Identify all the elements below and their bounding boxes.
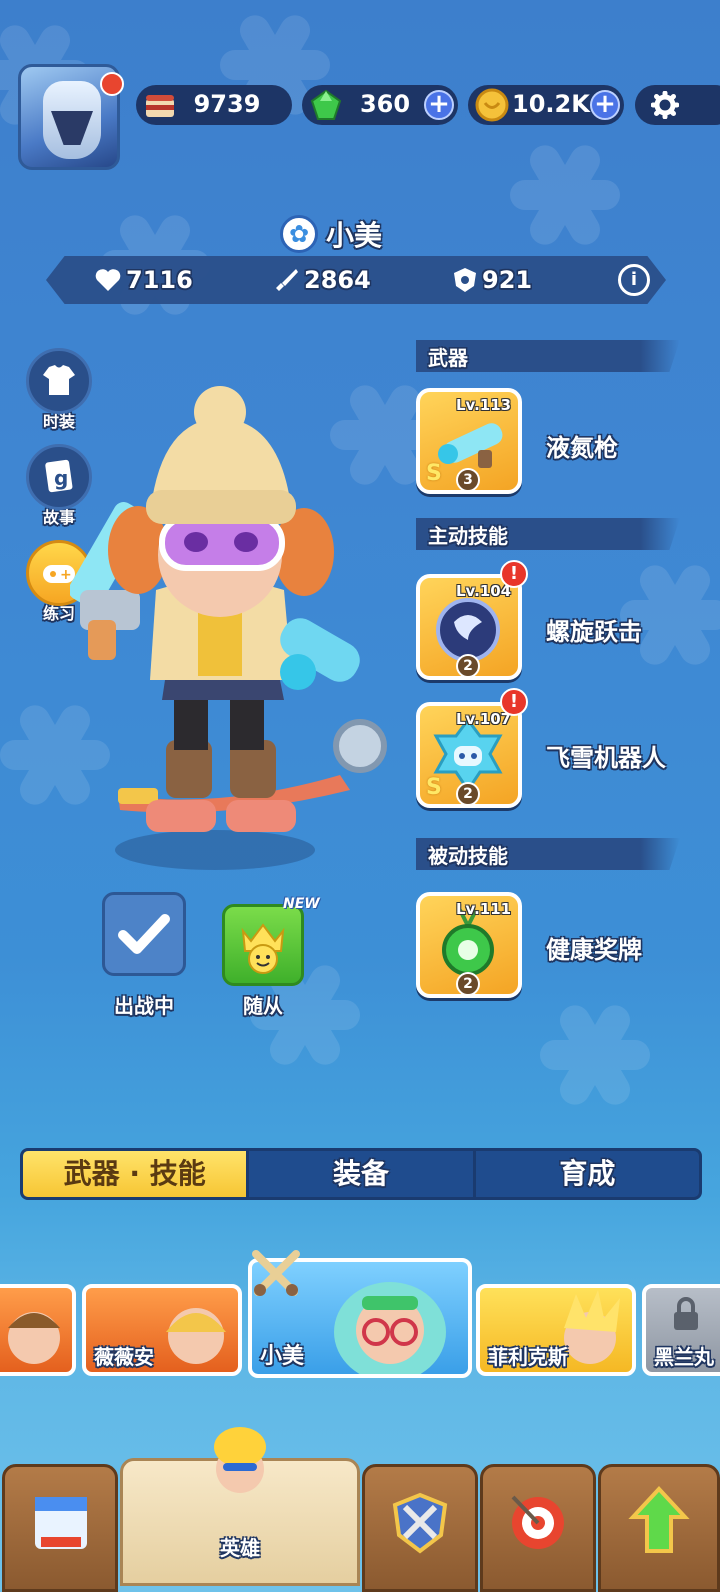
passive-skill-section-header: 被动技能 bbox=[416, 838, 680, 870]
tab-weapon-skill[interactable]: 武器 · 技能 bbox=[23, 1151, 250, 1197]
hp-value: 7116 bbox=[126, 266, 193, 294]
hero-card-name: 菲利克斯 bbox=[488, 1345, 568, 1369]
coin-resource[interactable]: 10.2K + bbox=[468, 85, 624, 125]
tab-equipment-label: 装备 bbox=[332, 1157, 389, 1190]
passive-skill-tier: 2 bbox=[456, 972, 480, 996]
follower-button[interactable] bbox=[222, 904, 304, 986]
hero-card-name: 小美 bbox=[260, 1344, 305, 1369]
cake-resource[interactable]: 9739 bbox=[136, 85, 292, 125]
hero-card-locked[interactable]: 黑兰丸 bbox=[642, 1284, 720, 1376]
gear-icon bbox=[651, 91, 679, 119]
s-rank-icon: S bbox=[426, 775, 442, 800]
weapon-section-title: 武器 bbox=[428, 346, 468, 370]
hero-card[interactable]: 菲利克斯 bbox=[476, 1284, 636, 1376]
tab-weapon-skill-label: 武器 · 技能 bbox=[63, 1157, 206, 1190]
hero-name: 小美 bbox=[326, 219, 383, 252]
crossed-swords-icon bbox=[252, 1250, 300, 1296]
attack-value: 2864 bbox=[304, 266, 371, 294]
active-skill-card[interactable]: Lv.107 S 2 ! bbox=[416, 688, 528, 808]
hero-card-name: 薇薇安 bbox=[94, 1345, 154, 1369]
nav-hero-label: 英雄 bbox=[220, 1536, 260, 1560]
weapon-name: 液氮枪 bbox=[546, 434, 618, 462]
info-icon[interactable]: i bbox=[618, 264, 650, 296]
hero-card-partial[interactable] bbox=[0, 1284, 76, 1376]
active-skill-name: 螺旋跃击 bbox=[546, 618, 642, 646]
coin-icon bbox=[475, 88, 509, 122]
active-skill-tier: 2 bbox=[456, 782, 480, 806]
passive-skill-name: 健康奖牌 bbox=[546, 936, 642, 964]
follower-label: 随从 bbox=[243, 994, 283, 1018]
hero-name-header: 小美 bbox=[280, 214, 382, 254]
heart-icon bbox=[95, 269, 121, 291]
active-skill-level: Lv.104 bbox=[456, 582, 512, 600]
shop-icon bbox=[35, 1497, 87, 1549]
active-skill-level: Lv.107 bbox=[456, 710, 512, 728]
tab-training-label: 育成 bbox=[559, 1157, 616, 1190]
gem-resource[interactable]: 360 + bbox=[302, 85, 458, 125]
active-skill-section-header: 主动技能 bbox=[416, 518, 680, 550]
weapon-section-header: 武器 bbox=[416, 340, 680, 372]
tab-training[interactable]: 育成 bbox=[476, 1151, 699, 1197]
defense-value: 921 bbox=[482, 266, 533, 294]
defense-stat: 921 bbox=[452, 263, 532, 297]
notification-dot bbox=[100, 72, 124, 96]
shield-icon bbox=[454, 268, 476, 292]
tab-bar: 武器 · 技能 装备 育成 bbox=[20, 1148, 702, 1200]
hp-stat: 7116 bbox=[94, 263, 193, 297]
coin-count: 10.2K bbox=[512, 90, 590, 118]
passive-skill-section-title: 被动技能 bbox=[428, 844, 508, 868]
snowflake-class-icon bbox=[280, 215, 318, 253]
attack-stat: 2864 bbox=[272, 263, 371, 297]
snowflake-decoration bbox=[510, 139, 620, 251]
settings-button[interactable] bbox=[635, 85, 720, 125]
weapon-tier: 3 bbox=[456, 468, 480, 492]
active-skill-tier: 2 bbox=[456, 654, 480, 678]
snowflake-decoration bbox=[540, 999, 650, 1111]
hero-character-model[interactable] bbox=[70, 380, 390, 880]
tab-equipment[interactable]: 装备 bbox=[249, 1151, 476, 1197]
add-gems-button[interactable]: + bbox=[424, 90, 454, 120]
svg-text:g: g bbox=[54, 466, 68, 490]
passive-skill-level: Lv.111 bbox=[456, 900, 512, 918]
hero-card[interactable]: 薇薇安 bbox=[82, 1284, 242, 1376]
lock-icon bbox=[674, 1297, 698, 1330]
active-skill-section-title: 主动技能 bbox=[428, 524, 508, 548]
passive-skill-card[interactable]: Lv.111 2 bbox=[416, 892, 522, 998]
nav-shop[interactable] bbox=[2, 1464, 118, 1592]
upgrade-arrow-icon bbox=[628, 1486, 690, 1553]
gem-count: 360 bbox=[359, 90, 411, 118]
weapon-level: Lv.113 bbox=[456, 396, 512, 414]
add-coins-button[interactable]: + bbox=[590, 90, 620, 120]
s-rank-icon: S bbox=[426, 461, 442, 486]
alert-icon: ! bbox=[500, 688, 528, 716]
active-skill-name: 飞雪机器人 bbox=[546, 744, 666, 772]
nav-target[interactable] bbox=[480, 1464, 596, 1592]
hero-nav-icon bbox=[214, 1427, 266, 1493]
hero-card-name: 黑兰丸 bbox=[654, 1345, 714, 1369]
weapon-card[interactable]: Lv.113 S 3 bbox=[416, 388, 522, 494]
active-skill-card[interactable]: Lv.104 2 ! bbox=[416, 560, 528, 680]
gem-icon bbox=[310, 89, 342, 120]
nav-battle[interactable] bbox=[362, 1464, 478, 1592]
sword-icon bbox=[276, 269, 298, 291]
crown-face-icon bbox=[241, 923, 285, 974]
new-badge: NEW bbox=[283, 896, 320, 912]
hero-screen: 9739 360 + 10.2K + 小美 7116 2864 921 i 时装… bbox=[0, 0, 720, 1592]
target-icon bbox=[511, 1495, 564, 1549]
battle-shield-icon bbox=[392, 1492, 448, 1554]
nav-upgrade[interactable] bbox=[598, 1464, 720, 1592]
cake-count: 9739 bbox=[193, 90, 261, 118]
deployed-checkbox[interactable] bbox=[102, 892, 186, 976]
hero-portrait bbox=[8, 1312, 60, 1364]
cake-icon bbox=[146, 95, 174, 117]
deployed-label: 出战中 bbox=[114, 994, 174, 1018]
checkmark-icon bbox=[118, 914, 170, 954]
alert-icon: ! bbox=[500, 560, 528, 588]
nav-hero[interactable] bbox=[120, 1427, 360, 1586]
